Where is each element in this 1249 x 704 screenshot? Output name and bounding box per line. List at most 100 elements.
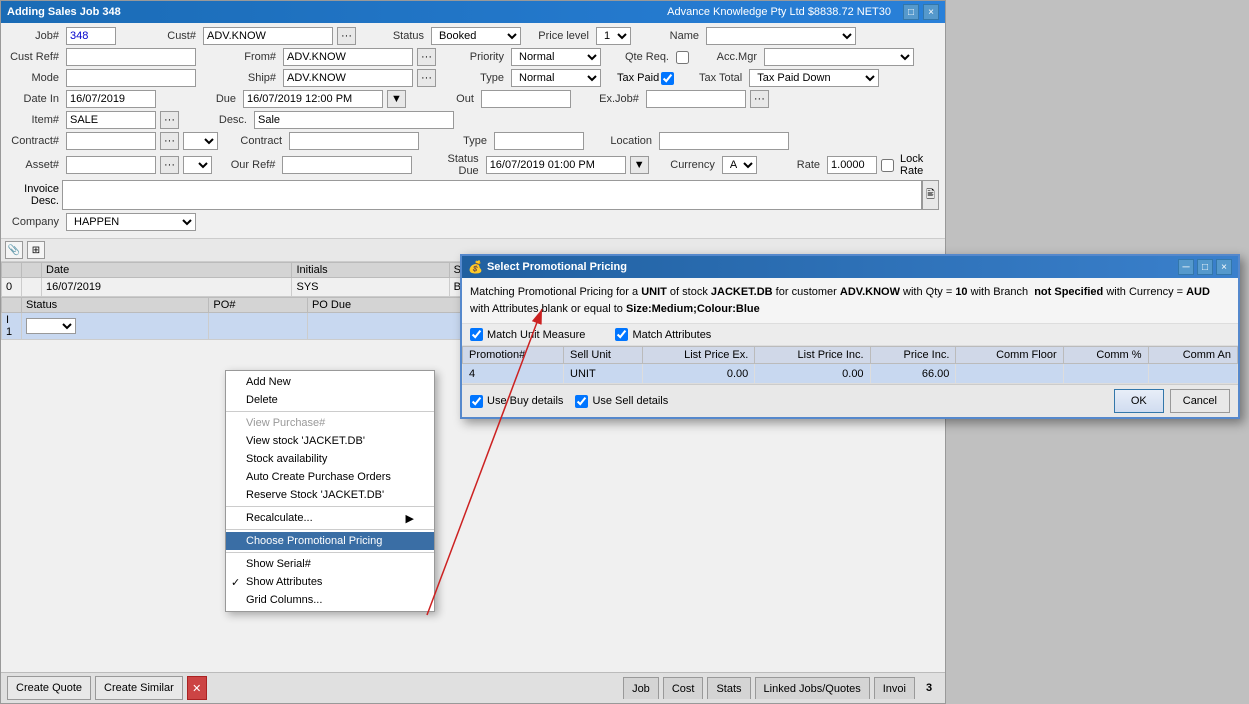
col-num — [2, 263, 22, 278]
due-dropdown-btn[interactable]: ▼ — [387, 90, 406, 108]
use-buy-checkbox[interactable] — [470, 395, 483, 408]
name-select[interactable] — [706, 27, 856, 45]
restore-icon[interactable]: □ — [903, 4, 919, 20]
promo-comm-an — [1148, 364, 1237, 384]
status-select[interactable]: Booked — [431, 27, 521, 45]
ctx-recalculate[interactable]: Recalculate... — [226, 509, 434, 527]
grid-icon[interactable]: ⊞ — [27, 241, 45, 259]
lock-rate-checkbox[interactable] — [881, 159, 894, 172]
ok-button[interactable]: OK — [1114, 389, 1164, 413]
ctx-choose-promo[interactable]: Choose Promotional Pricing — [226, 532, 434, 550]
promo-close-btn[interactable]: × — [1216, 259, 1232, 275]
col-po-due: PO Due — [307, 298, 460, 313]
promo-title-bar: 💰 Select Promotional Pricing ─ □ × — [462, 256, 1238, 278]
tab-stats[interactable]: Stats — [707, 677, 750, 699]
ship-dots-btn[interactable]: ··· — [417, 69, 436, 87]
create-quote-button[interactable]: Create Quote — [7, 676, 91, 700]
out-field[interactable] — [481, 90, 571, 108]
contract2-field[interactable] — [289, 132, 419, 150]
line-status-select[interactable] — [26, 318, 76, 334]
price-level-label: Price level — [537, 30, 592, 42]
desc-field[interactable] — [254, 111, 454, 129]
ctx-stock-availability[interactable]: Stock availability — [226, 450, 434, 468]
match-attrs-checkbox[interactable] — [615, 328, 628, 341]
contract-dots-btn[interactable]: ··· — [160, 132, 179, 150]
ctx-auto-create[interactable]: Auto Create Purchase Orders — [226, 468, 434, 486]
from-field[interactable] — [283, 48, 413, 66]
priority-select[interactable]: Normal — [511, 48, 601, 66]
ctx-delete[interactable]: Delete — [226, 391, 434, 409]
contract-v-select[interactable] — [183, 132, 218, 150]
ctx-show-attrs[interactable]: Show Attributes — [226, 573, 434, 591]
job-field[interactable] — [66, 27, 116, 45]
tax-paid-label: Tax Paid — [617, 72, 674, 85]
use-sell-label[interactable]: Use Sell details — [575, 395, 668, 408]
price-level-select[interactable]: 1 — [596, 27, 631, 45]
use-buy-label[interactable]: Use Buy details — [470, 395, 563, 408]
type2-field[interactable] — [494, 132, 584, 150]
status-due-field[interactable] — [486, 156, 626, 174]
type-select[interactable]: Normal — [511, 69, 601, 87]
promo-minimize-btn[interactable]: ─ — [1178, 259, 1194, 275]
ex-job-field[interactable] — [646, 90, 746, 108]
match-unit-checkbox[interactable] — [470, 328, 483, 341]
col-promo-num: Promotion# — [463, 347, 564, 364]
status-due-dropdown-btn[interactable]: ▼ — [630, 156, 649, 174]
acc-mgr-select[interactable] — [764, 48, 914, 66]
red-button[interactable]: ✕ — [187, 676, 207, 700]
contract-field[interactable] — [66, 132, 156, 150]
ctx-add-new[interactable]: Add New — [226, 373, 434, 391]
invoice-desc-btn[interactable]: 🖹 — [922, 180, 939, 210]
ctx-view-stock[interactable]: View stock 'JACKET.DB' — [226, 432, 434, 450]
tax-paid-checkbox[interactable] — [661, 72, 674, 85]
match-unit-label[interactable]: Match Unit Measure — [470, 328, 585, 341]
form-row-1: Job# Cust# ··· Status Booked Price level… — [7, 27, 939, 45]
asset-field[interactable] — [66, 156, 156, 174]
currency-select[interactable]: AUD — [722, 156, 757, 174]
promo-dialog: 💰 Select Promotional Pricing ─ □ × Match… — [460, 254, 1240, 419]
rate-field[interactable] — [827, 156, 877, 174]
form-row-7: Asset# ··· Our Ref# Status Due ▼ Currenc… — [7, 153, 939, 177]
cust-ref-field[interactable] — [66, 48, 196, 66]
date-in-field[interactable] — [66, 90, 156, 108]
mode-field[interactable] — [66, 69, 196, 87]
match-attrs-label[interactable]: Match Attributes — [615, 328, 711, 341]
create-similar-button[interactable]: Create Similar — [95, 676, 183, 700]
form-area: Job# Cust# ··· Status Booked Price level… — [1, 23, 945, 239]
item-field[interactable] — [66, 111, 156, 129]
name-label: Name — [647, 30, 702, 42]
use-buy-text: Use Buy details — [487, 395, 563, 407]
ctx-grid-columns[interactable]: Grid Columns... — [226, 591, 434, 609]
attach-icon[interactable]: 📎 — [5, 241, 23, 259]
tab-cost[interactable]: Cost — [663, 677, 704, 699]
item-dots-btn[interactable]: ··· — [160, 111, 179, 129]
cancel-button[interactable]: Cancel — [1170, 389, 1230, 413]
ctx-show-serial[interactable]: Show Serial# — [226, 555, 434, 573]
tab-invoi[interactable]: Invoi — [874, 677, 915, 699]
row-date: 16/07/2019 — [42, 278, 292, 297]
use-sell-checkbox[interactable] — [575, 395, 588, 408]
tab-job[interactable]: Job — [623, 677, 659, 699]
col-comm-an: Comm An — [1148, 347, 1237, 364]
company-select[interactable]: HAPPEN — [66, 213, 196, 231]
asset-dots-btn[interactable]: ··· — [160, 156, 179, 174]
asset-v-select[interactable] — [183, 156, 212, 174]
promo-table-row[interactable]: 4 UNIT 0.00 0.00 66.00 — [463, 364, 1238, 384]
qte-req-checkbox[interactable] — [676, 51, 689, 64]
from-dots-btn[interactable]: ··· — [417, 48, 436, 66]
promo-footer-left: Use Buy details Use Sell details — [470, 395, 668, 408]
tab-linked-jobs[interactable]: Linked Jobs/Quotes — [755, 677, 870, 699]
ship-field[interactable] — [283, 69, 413, 87]
cust-field[interactable] — [203, 27, 333, 45]
ctx-reserve-stock[interactable]: Reserve Stock 'JACKET.DB' — [226, 486, 434, 504]
close-button[interactable]: × — [923, 4, 939, 20]
tax-total-select[interactable]: Tax Paid Down — [749, 69, 879, 87]
cust-dots-btn[interactable]: ··· — [337, 27, 356, 45]
ex-job-dots-btn[interactable]: ··· — [750, 90, 769, 108]
due-field[interactable] — [243, 90, 383, 108]
our-ref-field[interactable] — [282, 156, 412, 174]
promo-sell-unit: UNIT — [564, 364, 643, 384]
invoice-desc-field[interactable] — [62, 180, 922, 210]
location-field[interactable] — [659, 132, 789, 150]
promo-restore-btn[interactable]: □ — [1197, 259, 1213, 275]
